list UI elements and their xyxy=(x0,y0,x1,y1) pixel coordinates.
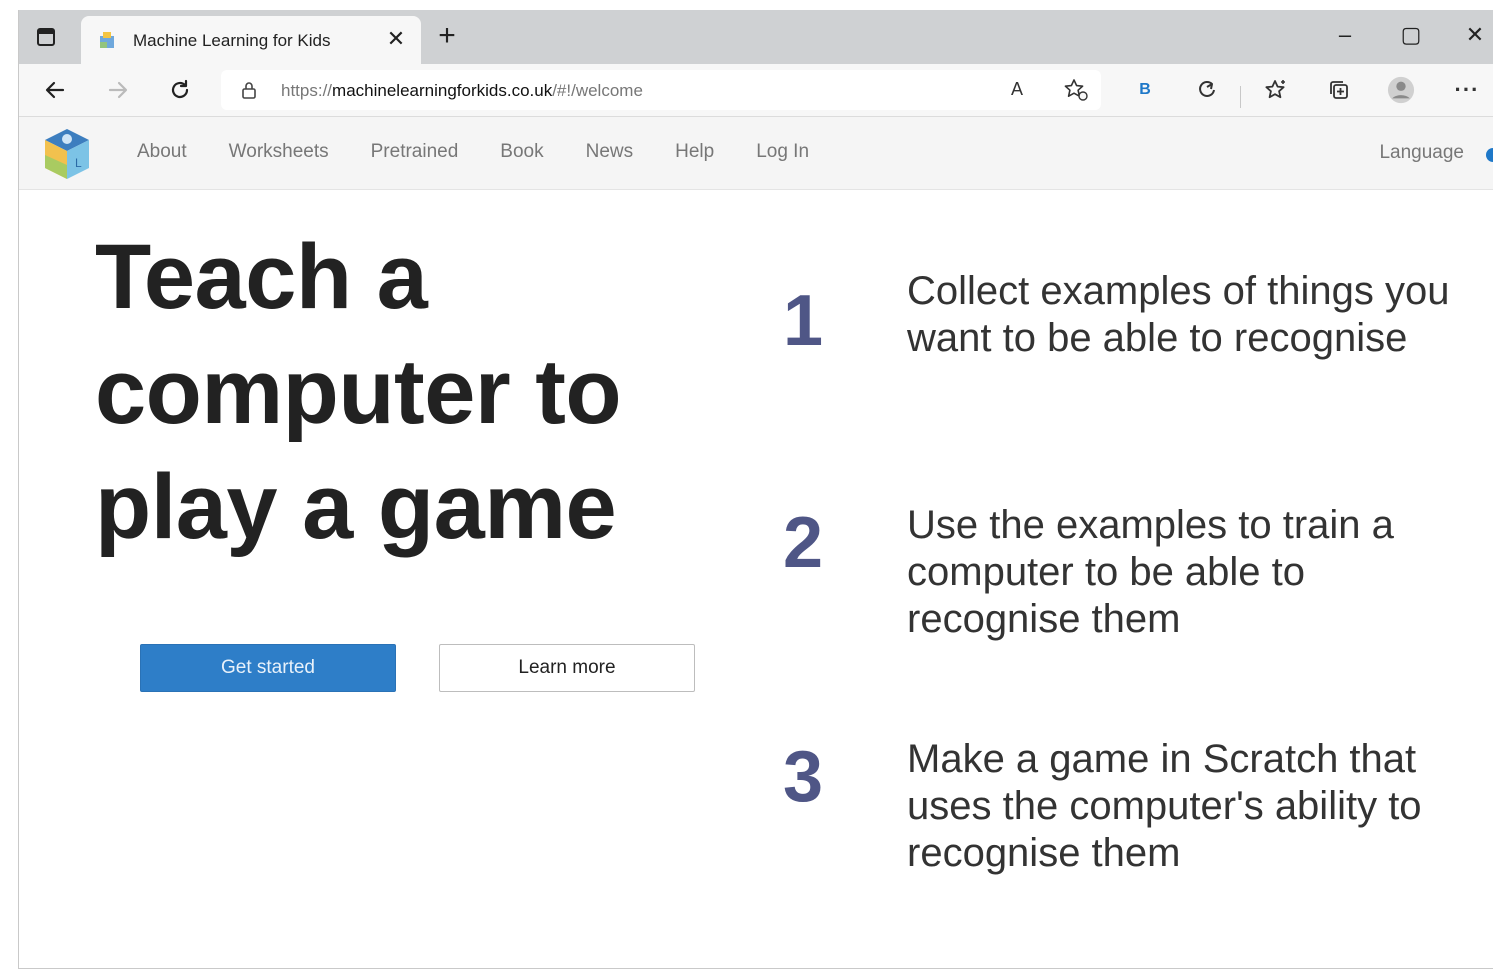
maximize-button[interactable]: ▢ xyxy=(1391,20,1431,50)
url-scheme: https:// xyxy=(281,81,333,100)
step-text: Collect examples of things you want to b… xyxy=(907,269,1450,360)
step-number: 2 xyxy=(783,503,824,583)
site-favicon-icon xyxy=(97,30,117,50)
minimize-button[interactable]: – xyxy=(1325,20,1365,50)
tab-close-icon[interactable]: ✕ xyxy=(385,28,407,50)
get-started-button[interactable]: Get started xyxy=(140,644,396,692)
hero-title-line: play a game xyxy=(95,456,617,558)
learn-more-button[interactable]: Learn more xyxy=(439,644,695,692)
extensions-icon[interactable] xyxy=(1193,76,1221,104)
svg-text:L: L xyxy=(75,156,82,170)
address-bar[interactable]: https://machinelearningforkids.co.uk/#!/… xyxy=(221,70,1101,110)
hero-title-line: computer to xyxy=(95,341,622,443)
browser-window: Machine Learning for Kids ✕ + – ▢ ✕ http… xyxy=(18,10,1493,969)
nav-links: About Worksheets Pretrained Book News He… xyxy=(137,141,851,163)
step-number: 3 xyxy=(783,737,824,817)
collections-icon[interactable] xyxy=(1325,76,1353,104)
language-indicator-icon[interactable] xyxy=(1486,148,1493,162)
tab-actions-icon[interactable] xyxy=(35,26,57,48)
nav-link-news[interactable]: News xyxy=(586,141,634,163)
bing-icon[interactable]: B xyxy=(1131,76,1159,104)
forward-icon[interactable] xyxy=(104,76,132,104)
url-text[interactable]: https://machinelearningforkids.co.uk/#!/… xyxy=(281,81,643,101)
language-selector[interactable]: Language xyxy=(1379,142,1464,164)
nav-link-about[interactable]: About xyxy=(137,141,187,163)
close-window-button[interactable]: ✕ xyxy=(1455,20,1493,50)
step-number: 1 xyxy=(783,281,824,361)
nav-link-login[interactable]: Log In xyxy=(756,141,809,163)
tab-strip: Machine Learning for Kids ✕ + – ▢ ✕ xyxy=(19,10,1493,64)
site-logo[interactable]: L xyxy=(41,127,93,181)
toolbar-divider xyxy=(1240,86,1241,108)
site-navbar: L About Worksheets Pretrained Book News … xyxy=(19,117,1493,190)
url-path: /#!/welcome xyxy=(552,81,643,100)
url-host: machinelearningforkids.co.uk xyxy=(332,81,553,100)
read-aloud-icon[interactable]: A xyxy=(1011,79,1035,101)
nav-link-worksheets[interactable]: Worksheets xyxy=(229,141,329,163)
more-icon[interactable]: ··· xyxy=(1453,76,1481,104)
add-favorite-icon[interactable] xyxy=(1063,78,1089,102)
step-text: Use the examples to train a computer to … xyxy=(907,503,1394,641)
favorites-icon[interactable] xyxy=(1261,76,1289,104)
step-text: Make a game in Scratch that uses the com… xyxy=(907,737,1422,875)
bing-label: B xyxy=(1139,81,1151,98)
browser-tab[interactable]: Machine Learning for Kids ✕ xyxy=(81,16,421,64)
back-icon[interactable] xyxy=(41,76,69,104)
refresh-icon[interactable] xyxy=(166,76,194,104)
nav-link-help[interactable]: Help xyxy=(675,141,714,163)
hero-title: Teach a computer to play a game xyxy=(95,220,735,565)
tab-title: Machine Learning for Kids xyxy=(133,31,331,50)
nav-link-book[interactable]: Book xyxy=(500,141,543,163)
lock-icon[interactable] xyxy=(239,80,259,100)
nav-link-pretrained[interactable]: Pretrained xyxy=(371,141,459,163)
new-tab-button[interactable]: + xyxy=(433,21,461,51)
hero-title-line: Teach a xyxy=(95,226,428,328)
profile-icon[interactable] xyxy=(1387,76,1415,104)
